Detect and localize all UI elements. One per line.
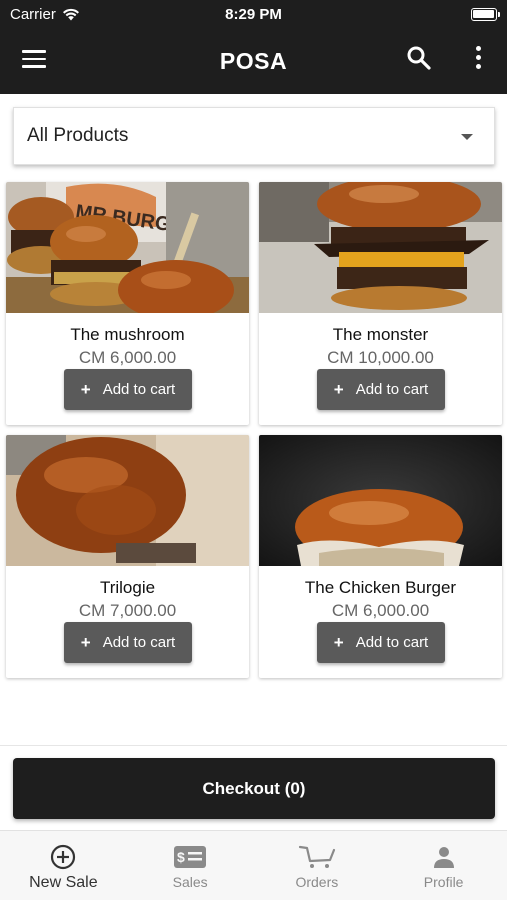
menu-button[interactable] xyxy=(22,50,48,70)
bottom-navigation: New Sale $ Sales Orders Profile xyxy=(0,830,507,900)
nav-label: Profile xyxy=(423,874,464,890)
nav-label: Sales xyxy=(172,874,208,890)
product-price: CM 6,000.00 xyxy=(78,348,177,367)
product-card[interactable]: MR BURGER The mushroom CM 6,000.00 + Add… xyxy=(6,182,249,425)
app-title: POSA xyxy=(219,47,288,74)
product-price: CM 10,000.00 xyxy=(327,348,434,367)
checkout-button[interactable]: Checkout (0) xyxy=(13,758,495,819)
product-card[interactable]: The Chicken Burger CM 6,000.00 + Add to … xyxy=(259,435,502,678)
plus-icon: + xyxy=(333,632,344,652)
add-to-cart-button[interactable]: + Add to cart xyxy=(64,369,192,410)
product-image-mushroom-burger: MR BURGER xyxy=(6,182,249,320)
nav-label: Orders xyxy=(295,874,339,890)
product-image-chicken-burger xyxy=(259,435,502,566)
product-image-trilogie-burger xyxy=(6,435,249,566)
product-price: CM 6,000.00 xyxy=(331,601,430,620)
product-name: The mushroom xyxy=(70,325,185,344)
product-name: Trilogie xyxy=(99,578,156,597)
svg-text:$: $ xyxy=(177,849,185,865)
product-name: The monster xyxy=(332,325,429,344)
app-bar: POSA xyxy=(0,28,507,94)
nav-item-sales[interactable]: $ Sales xyxy=(127,831,254,900)
more-options-button[interactable] xyxy=(468,46,488,76)
person-icon xyxy=(433,847,454,868)
category-filter-value: All Products xyxy=(27,125,129,146)
product-card[interactable]: The monster CM 10,000.00 + Add to cart xyxy=(259,182,502,425)
dropdown-caret-icon xyxy=(461,134,473,140)
battery-icon xyxy=(470,7,500,21)
wifi-icon xyxy=(62,8,79,20)
category-filter-dropdown[interactable]: All Products xyxy=(13,107,495,165)
search-icon[interactable] xyxy=(405,44,433,72)
plus-icon: + xyxy=(80,632,91,652)
cart-icon xyxy=(298,845,335,868)
add-to-cart-button[interactable]: + Add to cart xyxy=(64,622,192,663)
status-time: 8:29 PM xyxy=(225,5,282,23)
status-bar: Carrier 8:29 PM xyxy=(0,0,507,28)
add-to-cart-button[interactable]: + Add to cart xyxy=(317,622,445,663)
nav-item-profile[interactable]: Profile xyxy=(380,831,507,900)
plus-icon: + xyxy=(80,379,91,399)
product-price: CM 7,000.00 xyxy=(78,601,177,620)
plus-circle-icon xyxy=(51,844,76,870)
carrier-label: Carrier xyxy=(10,5,56,23)
product-name: The Chicken Burger xyxy=(304,578,457,597)
nav-label: New Sale xyxy=(29,874,98,891)
nav-item-new-sale[interactable]: New Sale xyxy=(0,831,127,900)
nav-item-orders[interactable]: Orders xyxy=(254,831,381,900)
plus-icon: + xyxy=(333,379,344,399)
product-card[interactable]: Trilogie CM 7,000.00 + Add to cart xyxy=(6,435,249,678)
receipt-icon: $ xyxy=(174,846,207,868)
divider xyxy=(0,745,507,746)
product-image-monster-burger xyxy=(259,182,502,313)
add-to-cart-button[interactable]: + Add to cart xyxy=(317,369,445,410)
